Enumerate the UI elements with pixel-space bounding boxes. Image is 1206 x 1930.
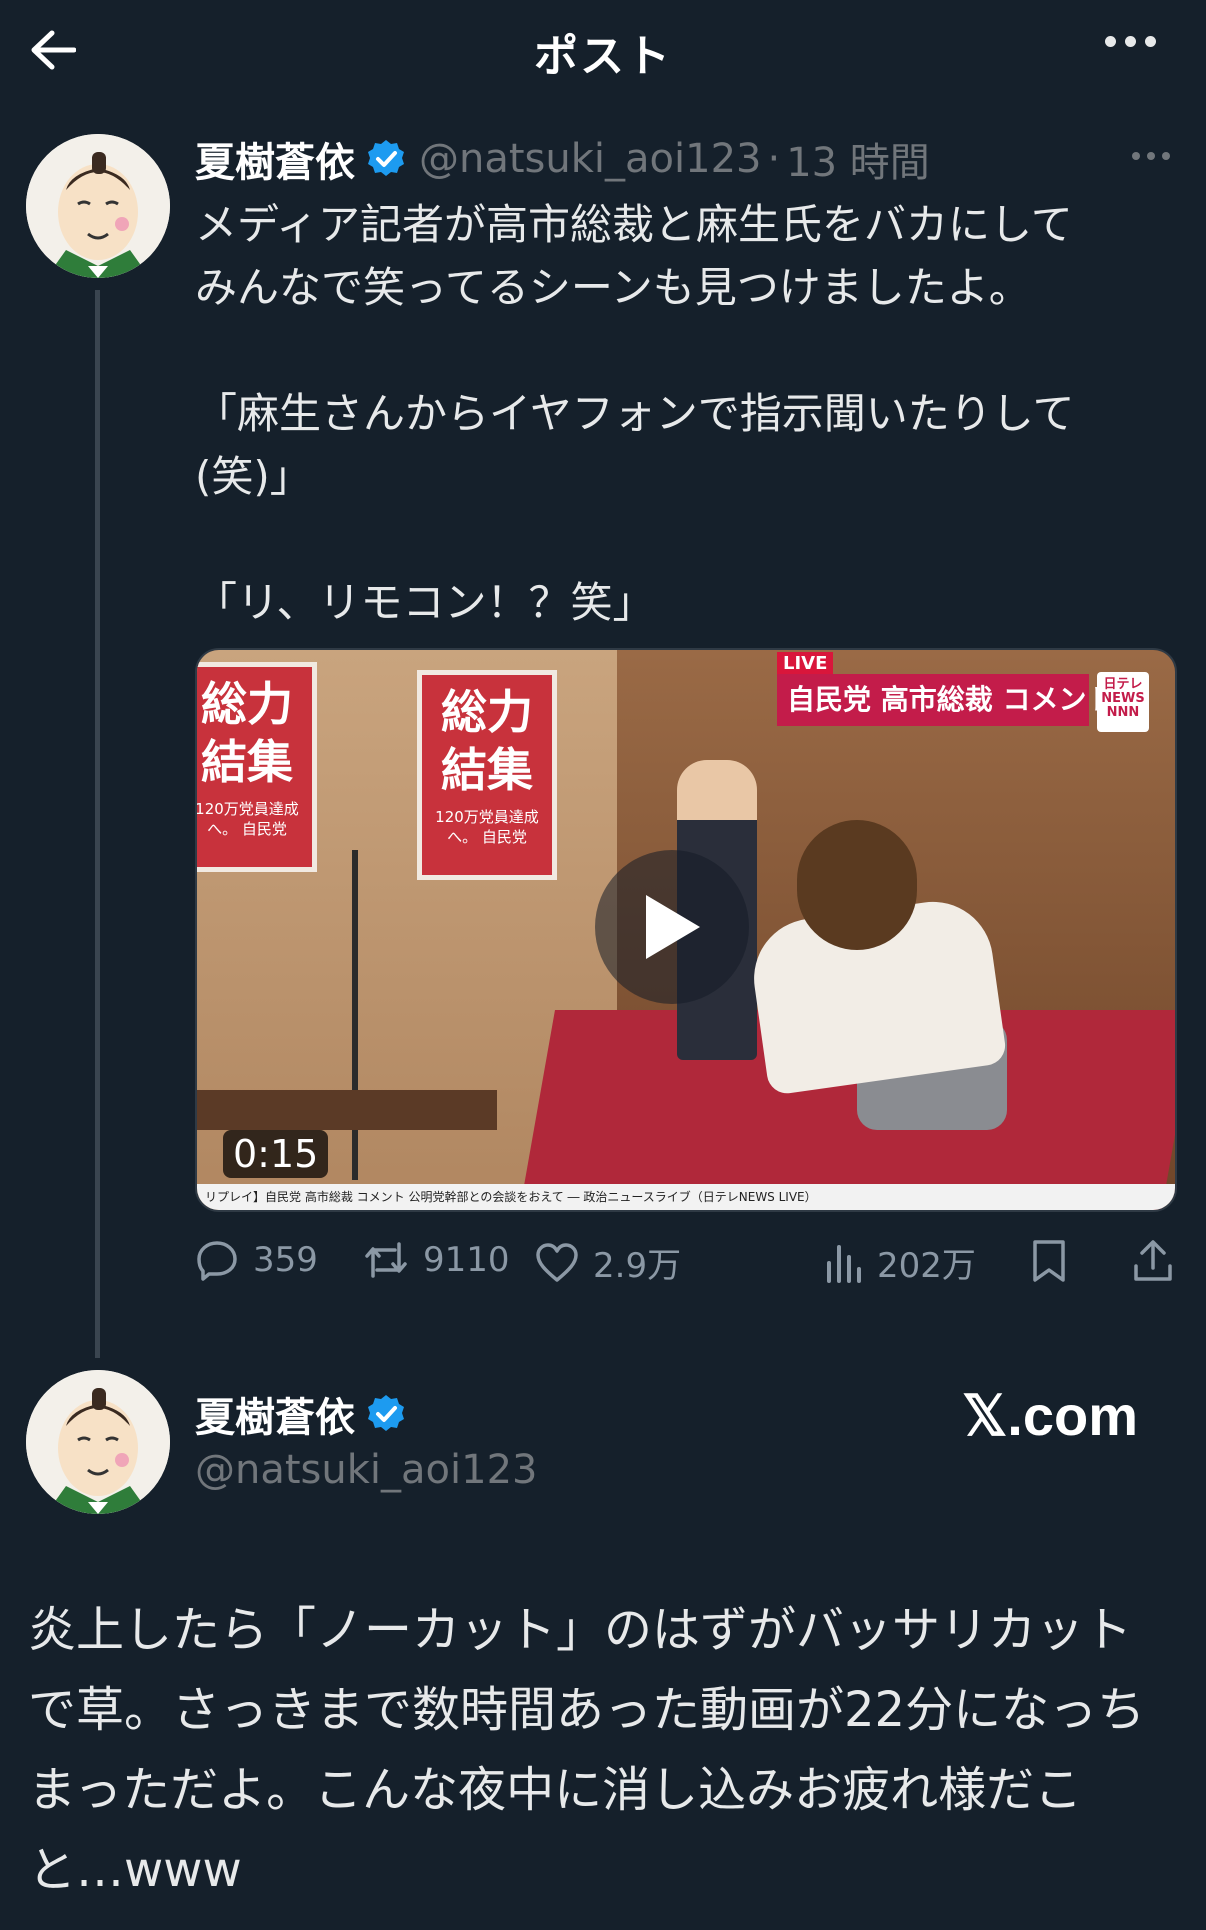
video-duration: 0:15 — [223, 1130, 329, 1178]
reply-icon — [197, 1241, 237, 1281]
video-poster: 総力 結集 120万党員達成へ。 自民党 — [197, 662, 317, 872]
post-time[interactable]: 13 時間 — [786, 130, 930, 188]
analytics-icon — [827, 1244, 861, 1283]
repost-icon — [365, 1242, 407, 1278]
card-author-name[interactable]: 夏樹蒼依 — [195, 1385, 355, 1443]
channel-logo: 日テレ NEWS NNN — [1097, 672, 1149, 732]
thread-line — [95, 290, 100, 1358]
post-text-line: みんなで笑ってるシーンも見つけましたよ。 — [195, 263, 1031, 312]
post-text-line: メディア記者が高市総裁と麻生氏をバカにして — [195, 200, 1073, 249]
repost-count: 9110 — [423, 1240, 510, 1280]
author-name[interactable]: 夏樹蒼依 — [195, 130, 355, 188]
more-horizontal-icon — [1105, 36, 1116, 47]
site-logo: 𝕏.com — [962, 1384, 1138, 1447]
video-ticker: リプレイ】自民党 高市総裁 コメント 公明党幹部との会談をおえて ― 政治ニュー… — [197, 1184, 1175, 1210]
video-table — [197, 1090, 497, 1130]
video-poster: 総力 結集 120万党員達成へ。 自民党 — [417, 670, 557, 880]
bookmark-button[interactable] — [1030, 1238, 1082, 1284]
samurai-avatar-icon — [26, 1370, 170, 1514]
reply-count: 359 — [253, 1240, 318, 1280]
views-count: 202万 — [877, 1246, 976, 1286]
post-text-line: (笑)」 — [195, 452, 312, 501]
verified-badge-icon — [368, 140, 404, 176]
video-player[interactable]: 総力 結集 120万党員達成へ。 自民党 総力 結集 120万党員達成へ。 自民党 … — [195, 648, 1177, 1212]
action-bar: 359 9110 2.9万 202万 — [195, 1238, 1180, 1294]
avatar[interactable] — [26, 134, 170, 278]
repost-button[interactable]: 9110 — [363, 1238, 510, 1282]
play-icon — [646, 895, 700, 959]
samurai-avatar-icon — [26, 134, 170, 278]
author-handle[interactable]: @natsuki_aoi123 — [419, 136, 761, 182]
share-button[interactable] — [1131, 1238, 1189, 1284]
video-mic-stand — [352, 850, 358, 1180]
post-text-line: 「麻生さんからイヤフォンで指示聞いたりして — [195, 389, 1075, 438]
separator: · — [767, 136, 781, 182]
share-icon — [1134, 1240, 1172, 1281]
post-text-line — [195, 319, 1170, 382]
video-banner: 自民党 高市総裁 コメント — [777, 674, 1115, 726]
like-count: 2.9万 — [593, 1246, 682, 1286]
verified-badge-icon — [368, 1395, 404, 1431]
page-title: ポスト — [534, 31, 672, 82]
views-button[interactable]: 202万 — [823, 1238, 976, 1287]
card-author-handle[interactable]: @natsuki_aoi123 — [195, 1447, 537, 1493]
card-text: 炎上したら「ノーカット」のはずがバッサリカットで草。さっきまで数時間あった動画が… — [28, 1602, 1146, 1898]
play-button[interactable] — [595, 850, 749, 1004]
more-button[interactable] — [1105, 36, 1156, 47]
like-button[interactable]: 2.9万 — [535, 1238, 681, 1287]
post-text-line — [195, 508, 1170, 571]
post-text: メディア記者が高市総裁と麻生氏をバカにして みんなで笑ってるシーンも見つけました… — [195, 193, 1170, 634]
card-avatar[interactable] — [26, 1370, 170, 1514]
post-text-line: 「リ、リモコン！？笑」 — [195, 578, 655, 627]
top-bar: ポスト — [0, 0, 1206, 100]
post-more-button[interactable] — [1132, 152, 1170, 160]
post-header: 夏樹蒼依 @natsuki_aoi123 · 13 時間 — [195, 130, 930, 188]
more-horizontal-icon — [1132, 152, 1140, 160]
live-badge: LIVE — [777, 652, 834, 675]
video-person — [727, 820, 1027, 1130]
card-header: 夏樹蒼依 — [195, 1385, 407, 1443]
reply-button[interactable]: 359 — [195, 1238, 318, 1282]
heart-icon — [536, 1242, 578, 1282]
bookmark-icon — [1033, 1240, 1065, 1282]
